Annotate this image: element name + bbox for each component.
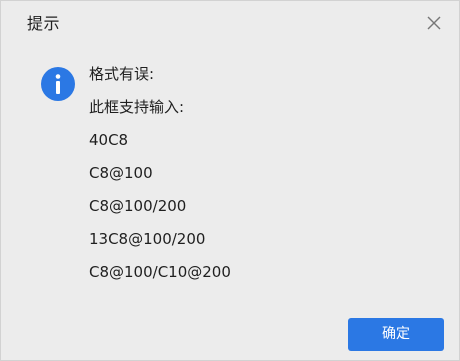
example-line: C8@100/C10@200 (89, 263, 231, 281)
info-icon (41, 67, 75, 101)
dialog-title: 提示 (27, 14, 61, 33)
example-line: 40C8 (89, 131, 129, 149)
message-body: 格式有误: 此框支持输入: 40C8 C8@100 C8@100/200 13C… (89, 61, 429, 292)
close-button[interactable] (425, 14, 443, 32)
example-line: C8@100/200 (89, 197, 187, 215)
example-line: 13C8@100/200 (89, 230, 206, 248)
dialog-titlebar: 提示 (1, 1, 459, 49)
example-line: C8@100 (89, 164, 153, 182)
prompt-dialog: 提示 格式有误: 此框支持输入: 40C8 C8@100 C8@100/200 … (0, 0, 460, 361)
message-line-error: 格式有误: (89, 65, 155, 83)
close-icon (427, 16, 441, 30)
message-line-supported: 此框支持输入: (89, 98, 185, 116)
confirm-button[interactable]: 确定 (348, 318, 444, 351)
